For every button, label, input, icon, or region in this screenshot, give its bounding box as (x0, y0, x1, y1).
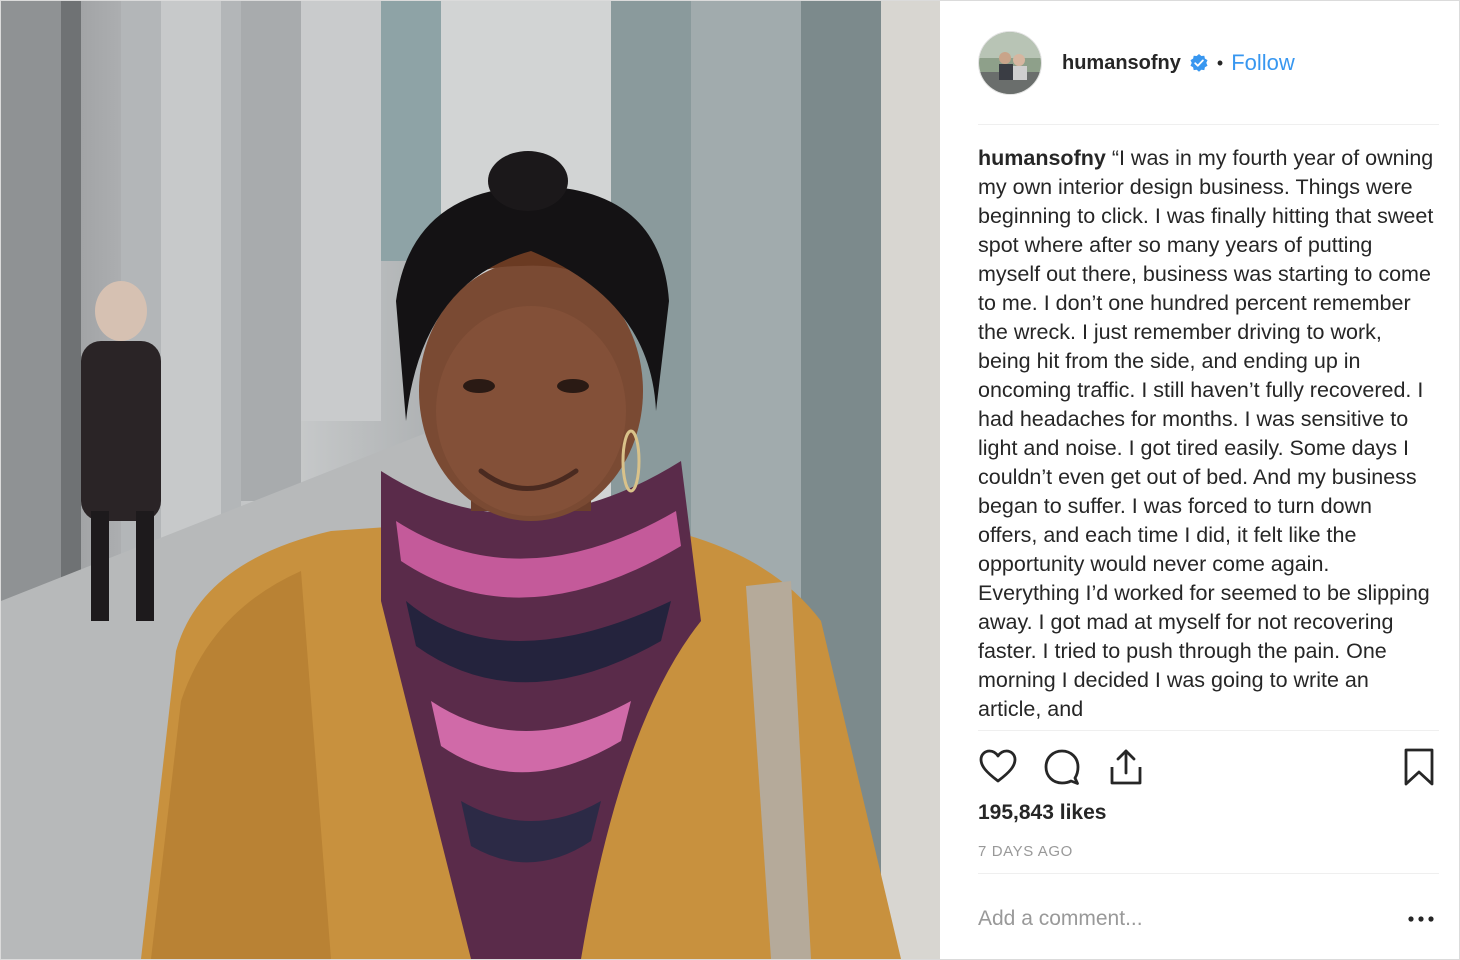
avatar[interactable] (978, 31, 1042, 95)
follow-button[interactable]: Follow (1231, 50, 1295, 76)
username[interactable]: humansofny (1062, 52, 1181, 75)
instagram-post: humansofny • Follow humansofny “I was in … (0, 0, 1460, 960)
caption-username[interactable]: humansofny (978, 146, 1106, 170)
post-photo[interactable] (1, 1, 940, 959)
post-header: humansofny • Follow (978, 29, 1439, 97)
post-timestamp[interactable]: 7 DAYS AGO (978, 843, 1073, 860)
caption-text: “I was in my fourth year of owning my ow… (978, 146, 1434, 721)
more-options-button[interactable] (1403, 901, 1439, 937)
header-divider (978, 124, 1439, 125)
post-caption: humansofny “I was in my fourth year of ow… (978, 144, 1434, 729)
save-button[interactable] (1399, 747, 1439, 787)
comment-row (978, 891, 1439, 947)
post-side-panel: humansofny • Follow humansofny “I was in … (940, 1, 1459, 959)
share-button[interactable] (1106, 747, 1146, 787)
caption-divider (978, 730, 1439, 731)
comment-button[interactable] (1042, 747, 1082, 787)
comment-divider (978, 873, 1439, 874)
bookmark-icon (1404, 748, 1434, 786)
heart-icon (979, 749, 1017, 783)
avatar-image (979, 32, 1041, 94)
post-actions (978, 743, 1439, 791)
verified-badge-icon (1189, 53, 1209, 73)
separator-dot: • (1216, 52, 1224, 73)
likes-count[interactable]: 195,843 likes (978, 801, 1106, 825)
comment-input[interactable] (978, 907, 1403, 931)
more-options-icon (1408, 916, 1434, 922)
comment-bubble-icon (1044, 749, 1080, 785)
share-icon (1110, 749, 1142, 785)
post-photo-illustration (1, 1, 940, 959)
like-button[interactable] (978, 747, 1018, 787)
